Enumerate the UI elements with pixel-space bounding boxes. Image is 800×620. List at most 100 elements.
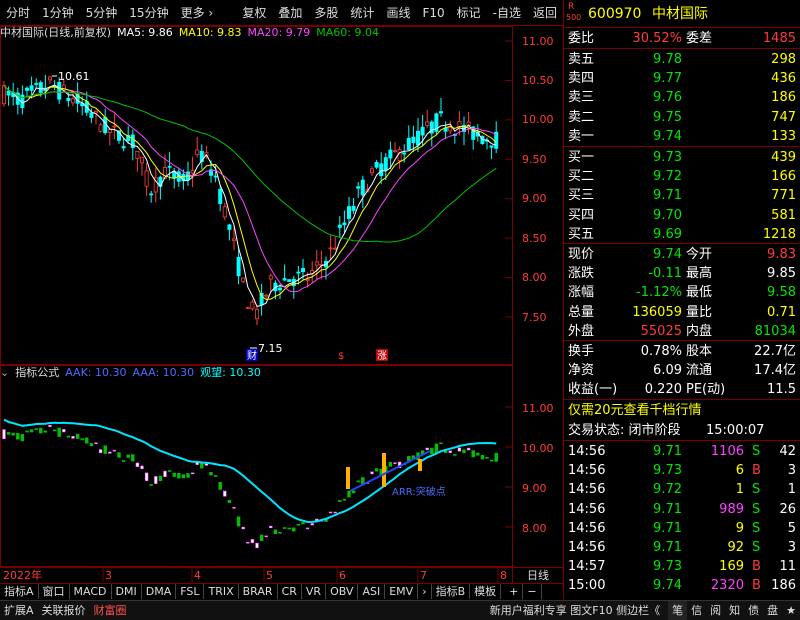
indicator-bar (89, 443, 94, 447)
stat-label: 总量 (568, 304, 595, 320)
tab-vr[interactable]: VR (302, 584, 327, 599)
tab-template[interactable]: 模板 (470, 584, 502, 599)
ask-price: 9.77 (653, 71, 682, 87)
ask-level-label: 卖四 (568, 71, 595, 87)
star-icon[interactable]: ★ (782, 601, 800, 620)
indicator-header: ⌄ 指标公式 AAK: 10.30 AAA: 10.30 观望: 10.30 (0, 366, 512, 380)
tick-volume: 9 (735, 520, 744, 536)
tab-indicator-b[interactable]: 指标B (432, 584, 471, 599)
tab-obv[interactable]: OBV (326, 584, 359, 599)
bid-level-label: 买二 (568, 169, 595, 185)
indicator-bar (181, 474, 186, 479)
tab-cr[interactable]: CR (278, 584, 302, 599)
indicator-bar (462, 449, 466, 454)
finance-marker[interactable]: 财 (247, 349, 257, 362)
zoom-out-icon[interactable]: − (523, 584, 542, 599)
tick-price: 9.73 (653, 463, 682, 479)
limit-up-marker[interactable]: 涨 (377, 350, 387, 362)
promo-text[interactable]: 仅需20元查看千档行情 (568, 401, 702, 420)
indicator-bar (471, 450, 475, 458)
know-icon[interactable]: 知 (725, 601, 744, 620)
tab-macd[interactable]: MACD (70, 584, 112, 599)
candle-body (356, 186, 361, 189)
indicator-bar (246, 541, 250, 544)
stat-value: 81034 (754, 323, 796, 339)
fin-value: 0.220 (644, 382, 682, 398)
tick-time: 15:00 (568, 578, 606, 594)
disk-icon[interactable]: 盘 (763, 601, 782, 620)
extend-a-button[interactable]: 扩展A (0, 601, 38, 620)
stat-value: 9.85 (767, 266, 796, 282)
tick-side: B (752, 578, 761, 594)
high-price-label: 10.61 (58, 70, 90, 83)
stat-value: -1.12% (636, 285, 682, 301)
bond-icon[interactable]: 债 (744, 601, 763, 620)
indicator-bar (66, 435, 71, 438)
promo-links[interactable]: 新用户福利专享 图文F10 侧边栏《 (486, 601, 664, 620)
fin-label: 换手 (568, 344, 595, 359)
tab-emv[interactable]: EMV (385, 584, 419, 599)
tab-indicator-a[interactable]: 指标A (0, 584, 39, 599)
dividend-marker[interactable]: $ (338, 351, 344, 362)
indicator-bar (259, 534, 264, 542)
indicator-bar (34, 428, 38, 430)
indicator-bar (213, 475, 218, 477)
candle-body (438, 111, 443, 114)
indicator-bar (154, 476, 158, 484)
tab-dmi[interactable]: DMI (112, 584, 142, 599)
indicator-bar (241, 526, 245, 530)
ask-level-label: 卖三 (568, 90, 595, 106)
indicator-bar (439, 442, 443, 445)
tab-fsl[interactable]: FSL (176, 584, 205, 599)
chart-title: 中材国际(日线,前复权) (0, 26, 112, 39)
related-quote-button[interactable]: 关联报价 (38, 601, 90, 620)
tab-more-arrow[interactable]: › (418, 584, 432, 599)
indicator-bar (190, 472, 195, 475)
weicha-value: 1485 (762, 31, 796, 46)
bid-volume: 771 (771, 188, 796, 204)
candle-body (144, 170, 149, 187)
price-axis-label: 9.00 (522, 192, 547, 205)
fin-value: 0.78% (640, 344, 682, 359)
ask-volume: 436 (771, 71, 796, 87)
indicator-bar (103, 445, 107, 454)
tab-asi[interactable]: ASI (358, 584, 386, 599)
candle-body (328, 247, 333, 250)
indicator-bar (20, 434, 25, 442)
fin-label: 流通 (686, 363, 713, 379)
x-axis-label: 6 (339, 569, 346, 582)
price-axis-label: 9.50 (522, 153, 547, 166)
pen-icon[interactable]: 笔 (668, 600, 688, 620)
indicator-bar (494, 452, 498, 462)
kline-chart[interactable]: 11.00 10.50 10.00 9.50 9.00 8.50 8.00 7.… (0, 0, 563, 583)
collapse-icon[interactable]: ⌄ (0, 366, 9, 380)
period-label[interactable]: 日线 (527, 568, 549, 582)
tick-price: 9.73 (653, 559, 682, 575)
wealth-circle-button[interactable]: 财富圈 (90, 601, 131, 620)
ask-price: 9.78 (653, 52, 682, 67)
tab-window[interactable]: 窗口 (39, 584, 70, 599)
tab-brar[interactable]: BRAR (239, 584, 278, 599)
x-axis-label: 4 (194, 569, 201, 582)
indicator-bar (209, 472, 213, 476)
stat-label: 涨跌 (568, 266, 595, 282)
tab-trix[interactable]: TRIX (204, 584, 239, 599)
tick-count: 186 (771, 578, 796, 594)
candle-body (236, 256, 241, 277)
candle-body (195, 149, 200, 156)
bid-level-label: 买四 (568, 207, 595, 223)
x-axis-label: 8 (500, 569, 507, 582)
read-icon[interactable]: 阅 (706, 601, 725, 620)
tab-dma[interactable]: DMA (142, 584, 177, 599)
trade-time: 15:00:07 (706, 423, 765, 438)
tick-time: 14:56 (568, 444, 606, 459)
indicator-title[interactable]: 指标公式 (15, 366, 59, 380)
x-axis-label: 3 (105, 569, 112, 582)
indicator-bar (126, 454, 130, 458)
candle-body (369, 168, 374, 174)
message-icon[interactable]: 信 (687, 601, 706, 620)
stat-label: 外盘 (568, 323, 595, 339)
tick-side: B (752, 463, 761, 479)
indicator-bar (434, 443, 439, 454)
zoom-in-icon[interactable]: + (505, 584, 524, 599)
